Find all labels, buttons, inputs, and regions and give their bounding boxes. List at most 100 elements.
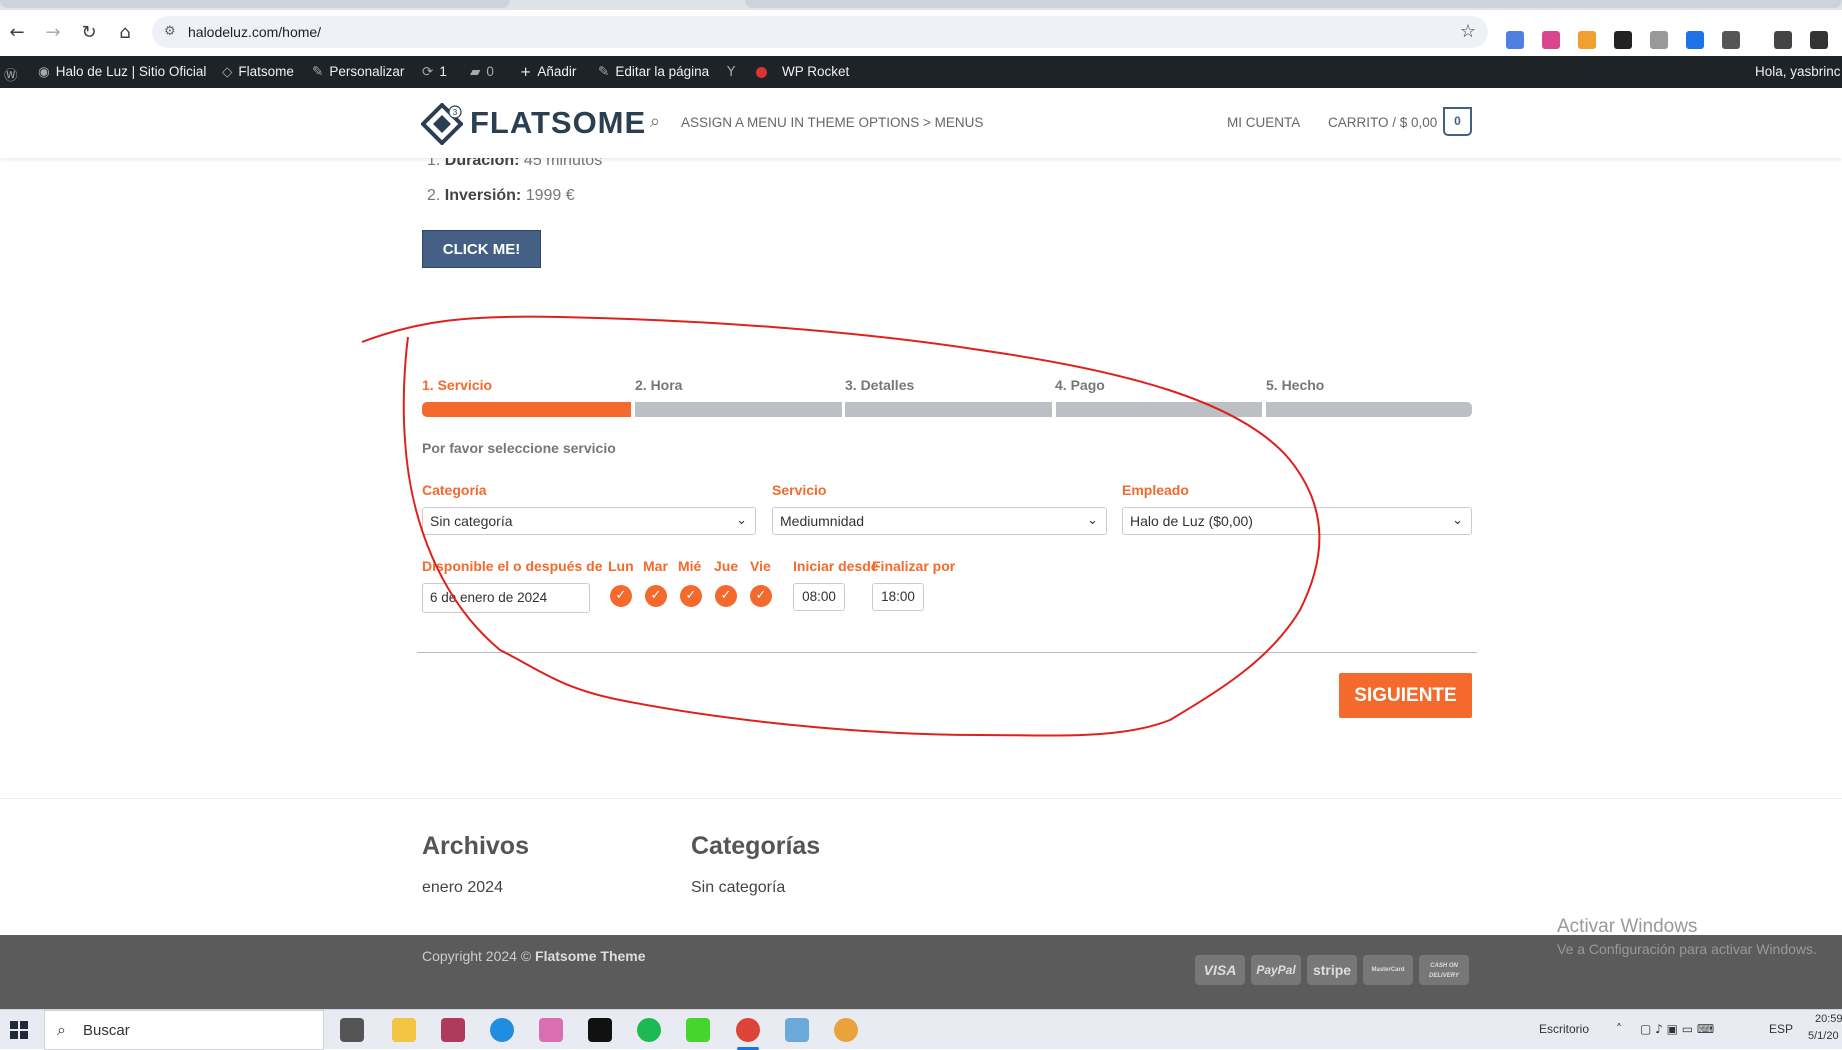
browser-tab-strip [0,0,1842,10]
admin-edit-page-link[interactable]: ✎ Editar la página [598,64,709,80]
site-logo-text[interactable]: FLATSOME [470,105,646,141]
visa-icon: VISA [1195,955,1245,985]
list-item: 2. Inversión: 1999 € [427,187,575,205]
chrome-profile-icon[interactable] [834,1018,858,1042]
service-label: Servicio [772,482,827,498]
my-account-link[interactable]: MI CUENTA [1227,115,1300,130]
category-label: Categoría [422,482,487,498]
reload-icon[interactable]: ↻ [76,20,102,46]
taskbar-search-placeholder: Buscar [83,1022,130,1039]
employee-select[interactable]: Halo de Luz ($0,00) ⌄ [1122,507,1472,535]
admin-add-new-link[interactable]: + Añadir [520,64,576,80]
day-label-tue: Mar [643,558,668,574]
admin-site-name: Halo de Luz | Sitio Oficial [55,64,207,79]
file-explorer-icon[interactable] [392,1018,416,1042]
day-label-wed: Mié [678,558,702,574]
browser-tab[interactable] [0,0,510,8]
tray-chevron-icon[interactable]: ˄ [1616,1022,1622,1036]
chevron-down-icon: ⌄ [1087,513,1098,528]
next-button[interactable]: SIGUIENTE [1339,673,1472,718]
desktop-toolbar-label[interactable]: Escritorio [1539,1022,1589,1036]
copyright-prefix: Copyright 2024 © [422,948,532,964]
available-date-input[interactable]: 6 de enero de 2024 [422,583,590,613]
flatsome-logo-icon[interactable]: 3 [421,103,463,145]
capcut-icon[interactable] [588,1018,612,1042]
service-select[interactable]: Mediumnidad ⌄ [772,507,1107,535]
address-bar[interactable]: ⚙ halodeluz.com/home/ ☆ [152,16,1488,48]
end-time-label: Finalizar por [872,558,956,574]
spotify-icon[interactable] [637,1018,661,1042]
end-time-select[interactable]: 18:00 [872,583,924,611]
tray-icons[interactable]: ▢ ♪ ▣ ▭ ⌨ [1640,1022,1714,1036]
copyright-brand[interactable]: Flatsome Theme [535,948,645,964]
edge-icon[interactable] [490,1018,514,1042]
day-checkbox-thu[interactable]: ✓ [715,585,737,607]
admin-greeting[interactable]: Hola, yasbrinc [1755,64,1841,79]
admin-customize-link[interactable]: ✎ Personalizar [312,64,404,80]
extension-icon[interactable] [1506,31,1524,49]
razer-icon[interactable] [686,1018,710,1042]
task-view-icon[interactable] [340,1018,364,1042]
day-checkbox-mon[interactable]: ✓ [610,585,632,607]
eyedropper-icon[interactable] [1614,31,1632,49]
start-time-select[interactable]: 08:00 [793,583,845,611]
clock-time[interactable]: 20:59 [1815,1013,1842,1025]
seo-status-dot [756,67,767,78]
chrome-icon[interactable] [736,1018,760,1042]
menu-hint[interactable]: ASSIGN A MENU IN THEME OPTIONS > MENUS [681,115,983,130]
day-label-mon: Lun [608,558,634,574]
url-text[interactable]: halodeluz.com/home/ [188,24,321,40]
app-icon[interactable] [539,1018,563,1042]
admin-updates-link[interactable]: ⟳ 1 [422,64,447,80]
admin-wp-rocket-link[interactable]: WP Rocket [782,64,849,79]
yoast-icon[interactable]: Y [727,64,741,80]
site-info-icon[interactable]: ⚙ [164,24,176,39]
click-me-button[interactable]: CLICK ME! [422,230,541,268]
extension-icon[interactable] [1542,31,1560,49]
puzzle-icon[interactable] [1722,31,1740,49]
browser-tab[interactable] [745,0,1842,8]
category-select[interactable]: Sin categoría ⌄ [422,507,756,535]
camera-icon[interactable] [1650,31,1668,49]
admin-theme-label: Flatsome [238,64,294,79]
day-checkbox-fri[interactable]: ✓ [750,585,772,607]
categories-link[interactable]: Sin categoría [691,879,785,897]
side-panel-icon[interactable] [1810,31,1828,49]
reading-list-icon[interactable] [1774,31,1792,49]
service-selected-value: Mediumnidad [780,513,865,529]
day-label-fri: Vie [750,558,771,574]
employee-label: Empleado [1122,482,1189,498]
day-checkbox-tue[interactable]: ✓ [645,585,667,607]
admin-add-new-label: Añadir [537,64,577,79]
admin-comments-link[interactable]: ▰ 0 [470,64,494,80]
comment-icon: ▰ [470,64,481,80]
cart-count-badge[interactable]: 0 [1443,107,1472,136]
taskbar-search[interactable]: ⌕ Buscar [44,1010,324,1050]
bookmark-star-icon[interactable]: ☆ [1460,21,1476,42]
cart-link[interactable]: CARRITO / $ 0,00 [1328,115,1437,130]
back-icon[interactable]: ← [4,20,30,46]
clock-date[interactable]: 5/1/20 [1808,1030,1839,1042]
windows-taskbar: ⌕ Buscar Escritorio ˄ ▢ ♪ ▣ ▭ ⌨ ESP 20:5… [0,1009,1842,1050]
extension-icon[interactable] [1578,31,1596,49]
logo-badge: 3 [453,108,458,117]
flatsome-icon: ◇ [222,64,233,80]
language-indicator[interactable]: ESP [1769,1022,1793,1036]
day-checkbox-wed[interactable]: ✓ [680,585,702,607]
admin-edit-page-label: Editar la página [615,64,710,79]
plus-icon: + [520,64,532,80]
notepad-icon[interactable] [785,1018,809,1042]
download-icon[interactable] [1686,31,1704,49]
admin-site-link[interactable]: ◉ Halo de Luz | Sitio Oficial [38,64,206,80]
admin-theme-link[interactable]: ◇ Flatsome [222,64,294,80]
search-icon[interactable]: ⌕ [650,111,660,132]
archives-widget-title: Archivos [422,832,529,860]
copyright-text: Copyright 2024 © Flatsome Theme [422,948,646,964]
wordpress-icon[interactable]: Ⓦ [4,64,24,84]
archives-link[interactable]: enero 2024 [422,879,503,897]
forward-icon[interactable]: → [40,20,66,46]
winrar-icon[interactable] [441,1018,465,1042]
updates-count: 1 [439,64,447,79]
home-icon[interactable]: ⌂ [112,20,138,46]
windows-start-icon[interactable] [10,1021,28,1039]
